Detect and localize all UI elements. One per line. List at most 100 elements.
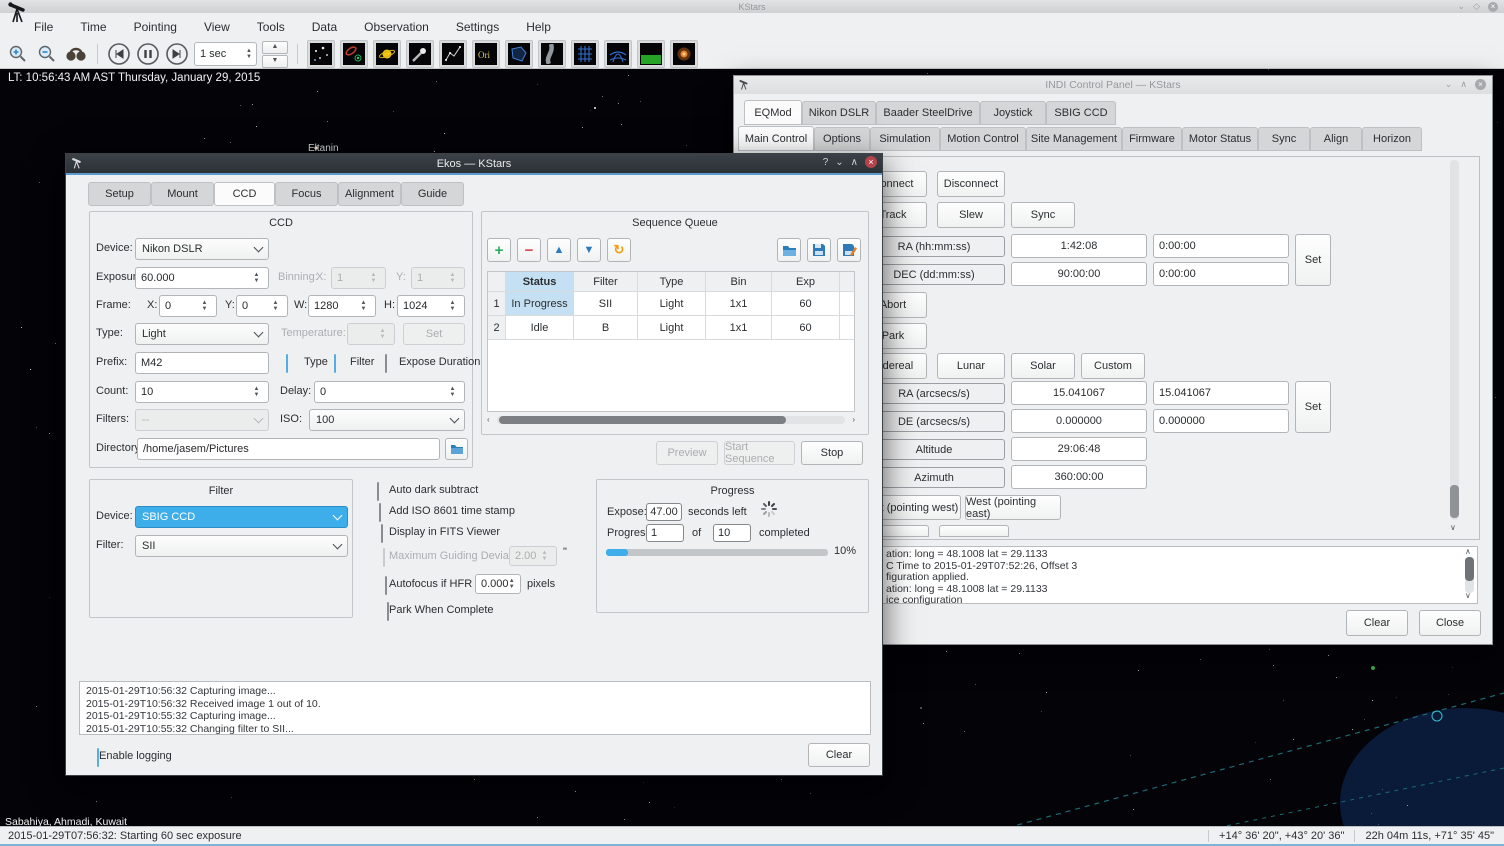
indi-tab-firmware[interactable]: Firmware xyxy=(1122,127,1182,151)
dec-target-input[interactable]: 0:00:00 xyxy=(1153,262,1289,286)
open-sequence-button[interactable] xyxy=(777,238,801,262)
autofocus-spinbox[interactable]: 0.000▲▼ xyxy=(475,574,521,594)
frame-y-spinbox[interactable]: 0▲▼ xyxy=(236,295,288,317)
directory-browse-button[interactable] xyxy=(445,438,468,460)
indi-tab-sync[interactable]: Sync xyxy=(1258,127,1310,151)
frame-x-spinbox[interactable]: 0▲▼ xyxy=(159,295,217,317)
ra-rate-input[interactable]: 15.041067 xyxy=(1153,381,1289,405)
indi-maximize-icon[interactable]: ∧ xyxy=(1460,79,1467,90)
auto-dark-checkbox[interactable] xyxy=(377,482,379,501)
ekos-help-icon[interactable]: ? xyxy=(823,157,829,168)
menu-pointing[interactable]: Pointing xyxy=(134,20,177,34)
duration-checkbox[interactable] xyxy=(385,354,387,373)
menu-file[interactable]: File xyxy=(34,20,53,34)
slew-button[interactable]: Slew xyxy=(937,202,1005,228)
deep-sky-objects-icon[interactable] xyxy=(340,40,368,68)
indi-tab-main-control[interactable]: Main Control xyxy=(738,126,814,151)
lunar-button[interactable]: Lunar xyxy=(937,353,1005,379)
constellation-names-icon[interactable]: Ori xyxy=(472,40,500,68)
milky-way-icon[interactable] xyxy=(538,40,566,68)
indi-clear-button[interactable]: Clear xyxy=(1346,610,1408,636)
menu-help[interactable]: Help xyxy=(526,20,551,34)
time-forward-icon[interactable] xyxy=(165,42,189,66)
filter-device-combo[interactable]: SBIG CCD xyxy=(135,506,348,528)
custom-button[interactable]: Custom xyxy=(1081,353,1145,379)
close-icon[interactable]: × xyxy=(1488,2,1498,12)
menu-tools[interactable]: Tools xyxy=(257,20,285,34)
maximize-icon[interactable]: ◇ xyxy=(1473,1,1480,12)
ekos-tab-guide[interactable]: Guide xyxy=(401,182,464,206)
reset-queue-button[interactable]: ↻ xyxy=(607,238,631,262)
ra-target-input[interactable]: 0:00:00 xyxy=(1153,234,1289,258)
time-step-spinbox[interactable]: 1 sec ▲▼ xyxy=(194,42,257,66)
ekos-titlebar[interactable]: Ekos — KStars ? ⌄ ∧ × xyxy=(66,154,882,175)
indi-tab-motion-control[interactable]: Motion Control xyxy=(940,127,1026,151)
indi-tab-eqmod[interactable]: EQMod xyxy=(744,100,802,125)
main-titlebar[interactable]: KStars ⌄ ◇ × xyxy=(0,0,1504,13)
clipped-button[interactable] xyxy=(939,525,1009,537)
planets-icon[interactable] xyxy=(373,40,401,68)
time-rewind-icon[interactable] xyxy=(107,42,131,66)
stop-button[interactable]: Stop xyxy=(801,441,863,465)
indi-tab-simulation[interactable]: Simulation xyxy=(870,127,940,151)
sequence-table[interactable]: Status Filter Type Bin Exp 1 In Progress… xyxy=(487,271,855,412)
disconnect-button[interactable]: Disconnect xyxy=(937,171,1005,197)
indi-titlebar[interactable]: INDI Control Panel — KStars ⌄ ∧ × xyxy=(734,76,1492,94)
rate-set-button[interactable]: Set xyxy=(1295,381,1331,433)
indi-close-button[interactable]: Close xyxy=(1419,610,1481,636)
stars-icon[interactable] xyxy=(307,40,335,68)
ccd-device-combo[interactable]: Nikon DSLR xyxy=(135,238,269,260)
indi-tab-nikon-dslr[interactable]: Nikon DSLR xyxy=(802,101,876,125)
indi-minimize-icon[interactable]: ⌄ xyxy=(1445,79,1453,90)
ekos-shade-icon[interactable]: ∧ xyxy=(851,157,858,168)
time-pause-icon[interactable] xyxy=(136,42,160,66)
zoom-in-icon[interactable] xyxy=(6,42,30,66)
sync-button[interactable]: Sync xyxy=(1011,202,1075,228)
indi-log-scroll-down-icon[interactable]: ∨ xyxy=(1465,592,1471,600)
minimize-icon[interactable]: ⌄ xyxy=(1458,1,1466,12)
de-rate-input[interactable]: 0.000000 xyxy=(1153,409,1289,433)
indi-log-scrollbar[interactable] xyxy=(1465,557,1474,593)
ekos-clear-button[interactable]: Clear xyxy=(808,743,870,767)
add-job-button[interactable]: + xyxy=(487,238,511,262)
save-sequence-as-button[interactable] xyxy=(837,238,861,262)
equatorial-grid-icon[interactable] xyxy=(571,40,599,68)
indi-tab-motor-status[interactable]: Motor Status xyxy=(1182,127,1258,151)
delay-spinbox[interactable]: 0▲▼ xyxy=(314,381,465,403)
zoom-out-icon[interactable] xyxy=(35,42,59,66)
ekos-minimize-icon[interactable]: ⌄ xyxy=(835,157,843,168)
save-sequence-button[interactable] xyxy=(807,238,831,262)
comets-icon[interactable] xyxy=(406,40,434,68)
constellation-boundaries-icon[interactable] xyxy=(505,40,533,68)
directory-input[interactable]: /home/jasem/Pictures xyxy=(137,438,440,460)
ekos-close-icon[interactable]: × xyxy=(865,156,877,168)
indi-tab-align[interactable]: Align xyxy=(1310,127,1362,151)
menu-time[interactable]: Time xyxy=(80,20,106,34)
ekos-tab-focus[interactable]: Focus xyxy=(275,182,338,206)
frame-w-spinbox[interactable]: 1280▲▼ xyxy=(308,295,376,317)
fits-viewer-checkbox[interactable] xyxy=(381,524,383,543)
ekos-tab-setup[interactable]: Setup xyxy=(88,182,151,206)
indi-tab-site-management[interactable]: Site Management xyxy=(1026,127,1122,151)
move-job-down-button[interactable]: ▼ xyxy=(577,238,601,262)
horizontal-grid-icon[interactable] xyxy=(604,40,632,68)
iso-combo[interactable]: 100 xyxy=(309,409,465,431)
menu-view[interactable]: View xyxy=(204,20,230,34)
count-spinbox[interactable]: 10▲▼ xyxy=(135,381,269,403)
frame-h-spinbox[interactable]: 1024▲▼ xyxy=(397,295,465,317)
move-job-up-button[interactable]: ▲ xyxy=(547,238,571,262)
ekos-tab-alignment[interactable]: Alignment xyxy=(338,182,401,206)
ekos-tab-mount[interactable]: Mount xyxy=(151,182,214,206)
indi-tab-baader-steeldrive[interactable]: Baader SteelDrive xyxy=(876,101,980,125)
indi-log-scroll-up-icon[interactable]: ∧ xyxy=(1465,548,1471,556)
ekos-tab-ccd[interactable]: CCD xyxy=(214,182,275,206)
sequence-row[interactable]: 1 In Progress SII Light 1x1 60 xyxy=(488,292,854,316)
remove-job-button[interactable]: − xyxy=(517,238,541,262)
filter-checkbox[interactable] xyxy=(334,354,336,373)
iso8601-checkbox[interactable] xyxy=(379,503,381,522)
sequence-row[interactable]: 2 Idle B Light 1x1 60 xyxy=(488,316,854,340)
exposure-spinbox[interactable]: 60.000▲▼ xyxy=(135,267,269,289)
indi-tab-joystick[interactable]: Joystick xyxy=(980,101,1046,125)
menu-data[interactable]: Data xyxy=(312,20,337,34)
prefix-input[interactable]: M42 xyxy=(135,352,269,374)
